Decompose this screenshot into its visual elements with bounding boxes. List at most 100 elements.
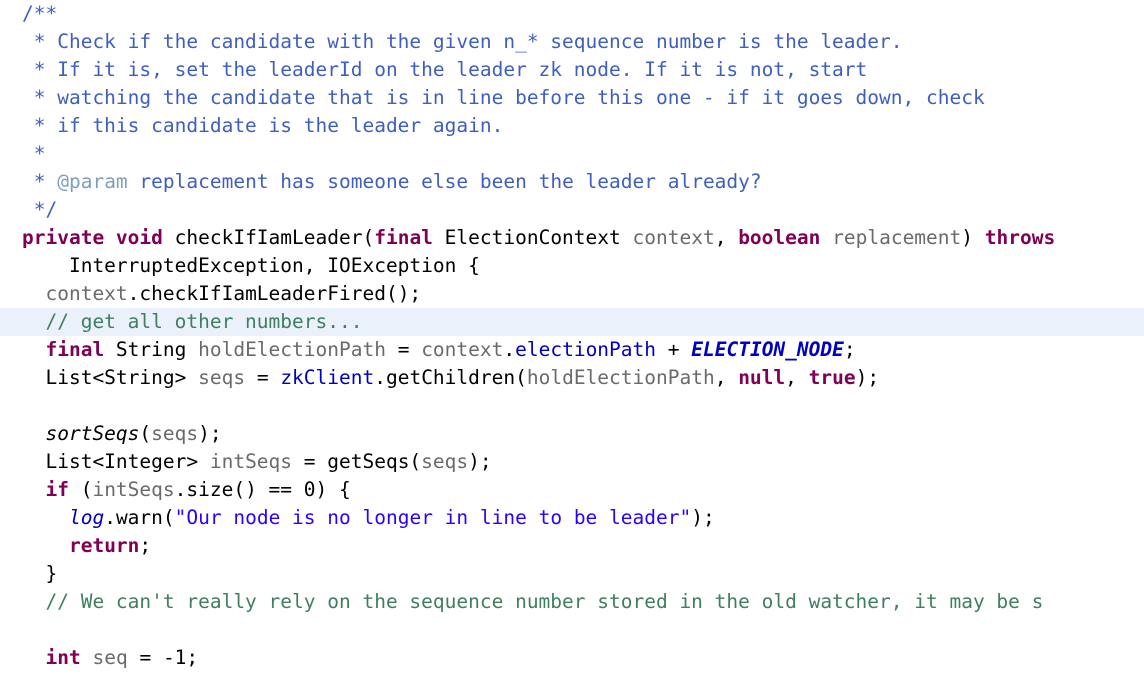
code-token: , <box>785 366 809 389</box>
code-token: List<String> <box>22 366 199 389</box>
code-token: electionPath <box>515 338 657 361</box>
code-editor-viewport[interactable]: /** * Check if the candidate with the gi… <box>0 0 1144 697</box>
code-token: */ <box>22 198 58 221</box>
code-token: .checkIfIamLeaderFired(); <box>127 282 422 305</box>
code-token: ElectionContext <box>432 226 633 249</box>
code-line[interactable]: * watching the candidate that is in line… <box>0 84 1144 112</box>
code-token: replacement has someone else been the le… <box>127 170 762 193</box>
code-token: ); <box>855 366 880 389</box>
code-token: private void <box>22 226 163 249</box>
source-code-body[interactable]: /** * Check if the candidate with the gi… <box>0 0 1144 672</box>
code-line[interactable] <box>0 616 1144 644</box>
code-line[interactable]: * @param replacement has someone else be… <box>0 168 1144 196</box>
code-token: * Check if the candidate with the given … <box>22 30 903 53</box>
code-token: holdElectionPath <box>526 366 715 389</box>
code-token: = getSeqs( <box>292 450 422 473</box>
code-line[interactable]: sortSeqs(seqs); <box>0 420 1144 448</box>
code-token: ; <box>843 338 856 361</box>
code-token: ( <box>68 478 93 501</box>
code-token: true <box>808 366 856 389</box>
code-token: int <box>45 646 81 669</box>
code-token: * watching the candidate that is in line… <box>22 86 985 109</box>
code-line[interactable]: log.warn("Our node is no longer in line … <box>0 504 1144 532</box>
code-token: sortSeqs <box>45 422 140 445</box>
code-line[interactable]: /** <box>0 0 1144 28</box>
code-token: "Our node is no longer in line to be lea… <box>174 506 692 529</box>
code-token: ( <box>139 422 152 445</box>
code-token: // get all other numbers... <box>22 310 363 333</box>
code-token: ) { <box>315 478 351 501</box>
code-token: ; <box>186 646 199 669</box>
code-token: seqs <box>198 366 246 389</box>
code-token: = <box>245 366 281 389</box>
code-line[interactable] <box>0 392 1144 420</box>
code-token: if <box>45 478 69 501</box>
code-token: seqs <box>421 450 469 473</box>
code-token: final <box>45 338 105 361</box>
code-token: /** <box>22 2 58 25</box>
code-line[interactable]: final String holdElectionPath = context.… <box>0 336 1144 364</box>
code-token: .getChildren( <box>374 366 527 389</box>
code-line[interactable]: // We can't really rely on the sequence … <box>0 588 1144 616</box>
code-token: . <box>503 338 516 361</box>
code-token: intSeqs <box>92 478 175 501</box>
code-token: // We can't really rely on the sequence … <box>22 590 1044 613</box>
code-line[interactable]: // get all other numbers... <box>0 308 1144 336</box>
code-token: ); <box>198 422 222 445</box>
code-token: String <box>104 338 199 361</box>
code-token: log <box>68 506 105 529</box>
code-token: checkIfIamLeader( <box>162 226 375 249</box>
code-token: boolean <box>738 226 821 249</box>
code-token: context <box>421 338 504 361</box>
code-token: , <box>714 226 739 249</box>
code-line[interactable]: List<Integer> intSeqs = getSeqs(seqs); <box>0 448 1144 476</box>
code-line[interactable]: InterruptedException, IOException { <box>0 252 1144 280</box>
code-token: -1 <box>162 646 187 669</box>
code-token: ); <box>691 506 715 529</box>
code-token: ) <box>961 226 985 249</box>
code-token: * if this candidate is the leader again. <box>22 114 504 137</box>
code-token: ); <box>468 450 492 473</box>
code-token: } <box>22 562 58 585</box>
code-token: throws <box>984 226 1056 249</box>
code-line[interactable]: List<String> seqs = zkClient.getChildren… <box>0 364 1144 392</box>
code-token: context <box>632 226 715 249</box>
code-token: seq <box>92 646 128 669</box>
code-token: .size() == <box>174 478 304 501</box>
code-line[interactable]: */ <box>0 196 1144 224</box>
code-token: = <box>127 646 163 669</box>
code-line[interactable]: int seq = -1; <box>0 644 1144 672</box>
code-token: context <box>22 282 128 305</box>
code-token: * <box>22 142 46 165</box>
code-token: = <box>385 338 422 361</box>
code-token: * If it is, set the leaderId on the lead… <box>22 58 868 81</box>
code-line[interactable]: return; <box>0 532 1144 560</box>
code-token: @param <box>57 170 128 193</box>
code-line[interactable]: context.checkIfIamLeaderFired(); <box>0 280 1144 308</box>
code-token: .warn( <box>104 506 175 529</box>
code-line[interactable]: * Check if the candidate with the given … <box>0 28 1144 56</box>
code-token: , <box>714 366 739 389</box>
code-token: InterruptedException, IOException { <box>22 254 480 277</box>
code-token: holdElectionPath <box>198 338 386 361</box>
code-line[interactable]: } <box>0 560 1144 588</box>
code-token: ; <box>139 534 152 557</box>
code-token: zkClient <box>280 366 375 389</box>
code-token: 0 <box>303 478 316 501</box>
code-line[interactable]: * <box>0 140 1144 168</box>
code-token: final <box>374 226 433 249</box>
code-line[interactable]: if (intSeqs.size() == 0) { <box>0 476 1144 504</box>
code-line[interactable]: private void checkIfIamLeader(final Elec… <box>0 224 1144 252</box>
code-line[interactable]: * If it is, set the leaderId on the lead… <box>0 56 1144 84</box>
code-token: List<Integer> <box>22 450 210 473</box>
code-token: intSeqs <box>209 450 293 473</box>
code-line[interactable]: * if this candidate is the leader again. <box>0 112 1144 140</box>
